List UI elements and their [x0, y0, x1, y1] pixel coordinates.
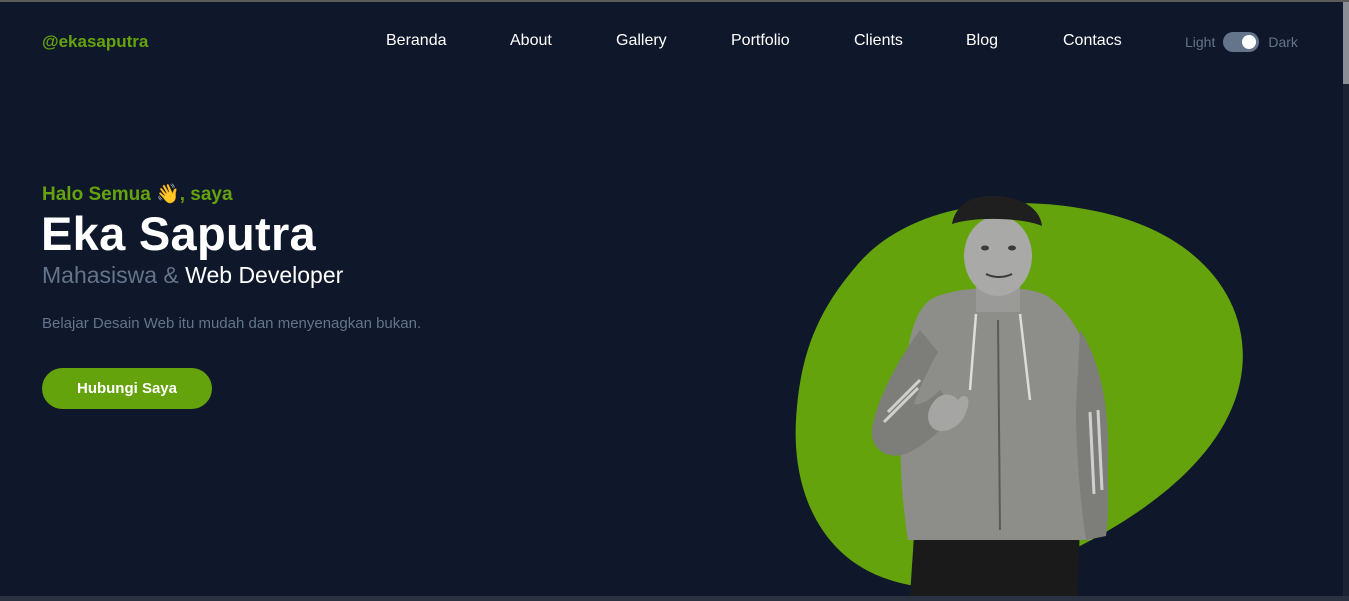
hero-name: Eka Saputra [41, 207, 316, 260]
hero-role: Mahasiswa & Web Developer [42, 262, 343, 289]
nav-link-portfolio[interactable]: Portfolio [731, 32, 790, 50]
nav-link-beranda[interactable]: Beranda [386, 32, 447, 50]
page-scrollbar-track[interactable] [1343, 2, 1349, 599]
site-header: @ekasaputra Beranda About Gallery Portfo… [0, 2, 1343, 80]
nav-link-gallery[interactable]: Gallery [616, 32, 667, 50]
nav-link-clients[interactable]: Clients [854, 32, 903, 50]
switch-knob [1242, 35, 1257, 49]
hero-greeting: Halo Semua 👋, saya [42, 184, 233, 205]
hero-description: Belajar Desain Web itu mudah dan menyena… [42, 315, 422, 332]
window-bottom-border [0, 596, 1349, 601]
hero-visual [780, 190, 1260, 596]
theme-toggle: Light Dark [1185, 31, 1298, 53]
nav-link-blog[interactable]: Blog [966, 32, 998, 50]
hero-blob-portrait [795, 195, 1243, 596]
nav-link-about[interactable]: About [510, 32, 552, 50]
hero-role-secondary: Web Developer [185, 262, 344, 288]
nav-link-contacs[interactable]: Contacs [1063, 32, 1122, 50]
contact-me-button[interactable]: Hubungi Saya [42, 368, 212, 409]
dark-mode-switch[interactable] [1223, 32, 1260, 52]
theme-dark-label: Dark [1268, 34, 1298, 50]
theme-light-label: Light [1185, 34, 1216, 50]
hero-role-primary: Mahasiswa & [42, 262, 179, 288]
page-scrollbar-thumb[interactable] [1343, 2, 1349, 84]
main-nav: Beranda About Gallery Portfolio Clients … [0, 2, 1343, 80]
